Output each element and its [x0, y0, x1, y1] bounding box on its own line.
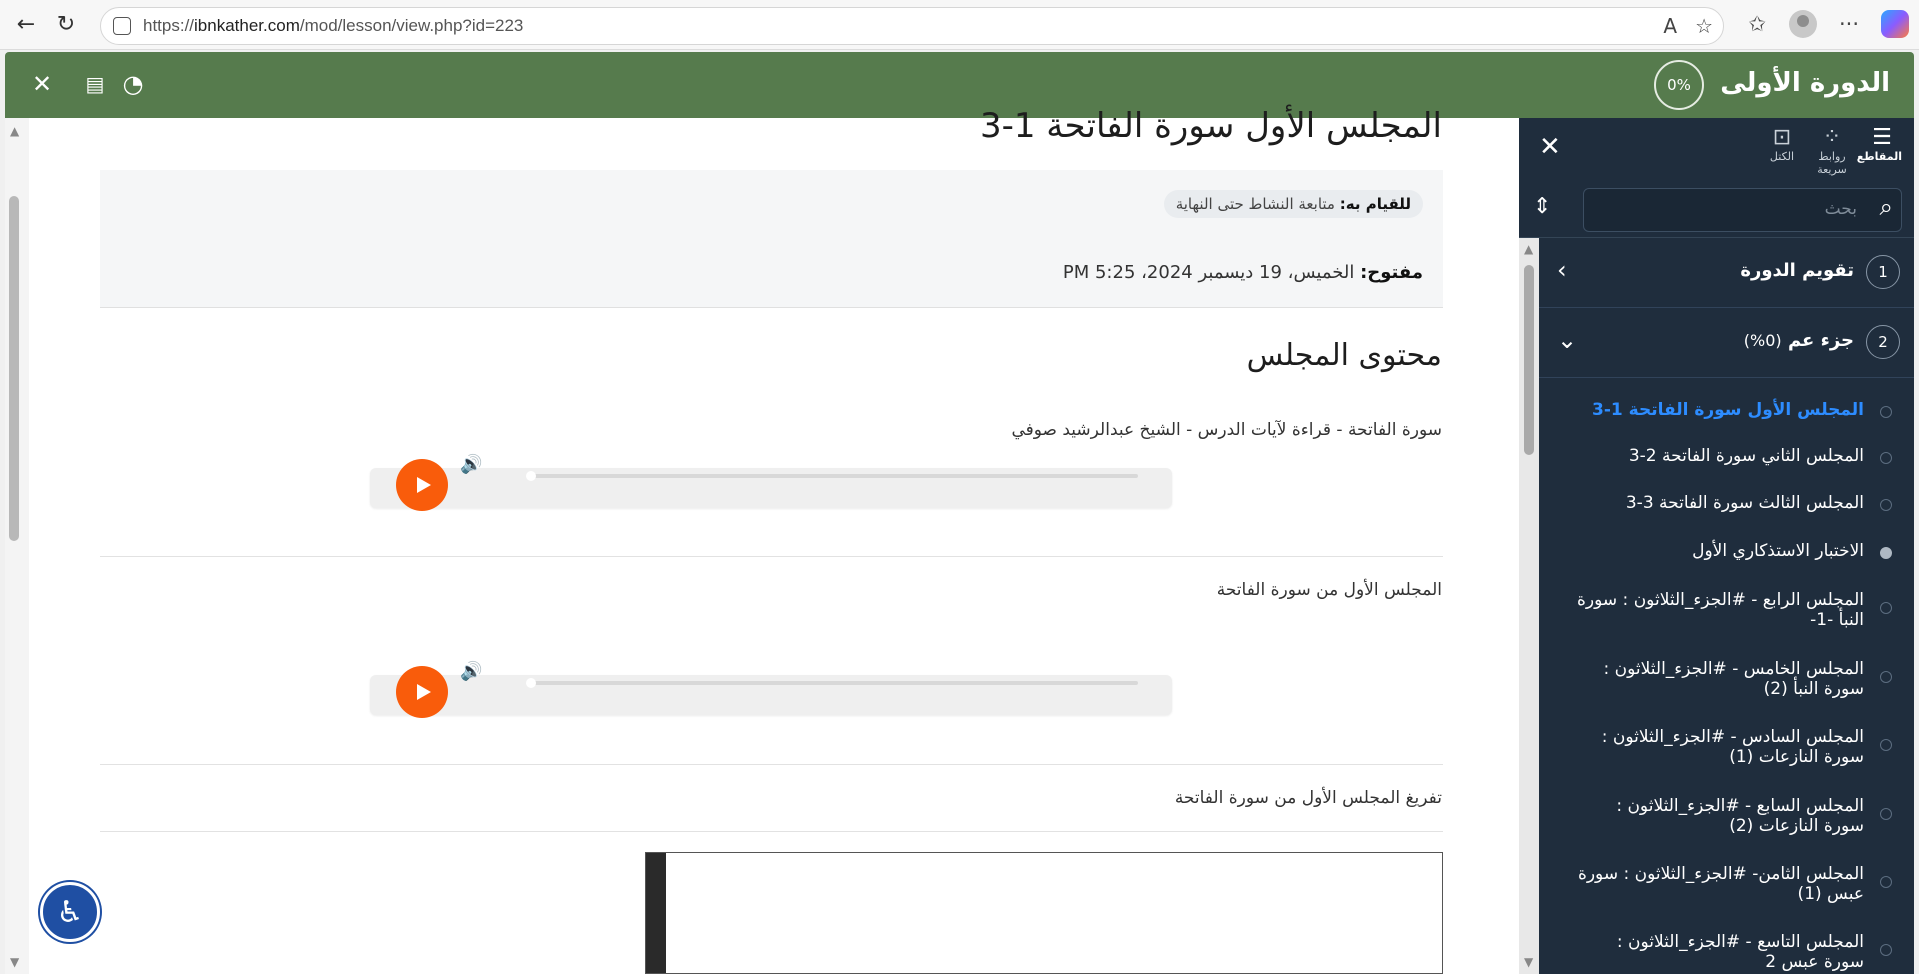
todo-badge: للقيام به: متابعة النشاط حتى النهاية: [1163, 190, 1423, 218]
back-arrow-icon[interactable]: ←: [6, 5, 46, 45]
reload-icon[interactable]: ↻: [46, 5, 86, 45]
section-title: تقويم الدورة: [1740, 260, 1854, 281]
dashboard-icon[interactable]: ◔: [118, 69, 148, 99]
divider: [100, 764, 1443, 765]
lesson-link[interactable]: المجلس الخامس - #الجزء_الثلاثون : سورة ا…: [1574, 659, 1865, 699]
lesson-link[interactable]: المجلس التاسع - #الجزء_الثلاثون : سورة ع…: [1574, 932, 1864, 972]
completion-dot: [1880, 452, 1892, 464]
audio-player-2: 🔊: [370, 661, 1172, 718]
completion-dot: [1880, 944, 1892, 956]
audio-player-1: 🔊: [370, 454, 1172, 511]
pdf-viewer-sidebar: [646, 853, 666, 973]
section-title: جزء عم (0%): [1743, 330, 1854, 351]
course-progress-ring: 0%: [1654, 60, 1704, 110]
lesson-link[interactable]: المجلس السابع - #الجزء_الثلاثون : سورة ا…: [1574, 796, 1864, 836]
address-bar[interactable]: https://ibnkather.com/mod/lesson/view.ph…: [100, 7, 1724, 45]
course-title[interactable]: الدورة الأولى: [1720, 68, 1890, 98]
lesson-link[interactable]: المجلس الرابع - #الجزء_الثلاثون : سورة ا…: [1574, 590, 1864, 630]
section-row-2[interactable]: 2 جزء عم (0%) ⌄: [1539, 308, 1914, 378]
chevron-left-icon[interactable]: ‹: [1557, 256, 1567, 284]
grid-icon: ⁘: [1822, 125, 1842, 150]
play-icon[interactable]: [396, 666, 448, 718]
drawer-scrollbar-thumb[interactable]: [1524, 265, 1534, 455]
section-number: 1: [1866, 255, 1900, 289]
audio1-title: سورة الفاتحة - قراءة لآيات الدرس - الشيخ…: [1011, 420, 1442, 440]
volume-icon[interactable]: 🔊: [460, 454, 482, 475]
copilot-icon[interactable]: [1881, 10, 1909, 38]
course-index-drawer: ✕ ☰المقاطع ⁘روابط سريعة ⊡الكتل ⇕ ⌕ 1 تقو…: [1519, 118, 1914, 974]
audio-progress-track[interactable]: [526, 678, 1138, 688]
lesson-link[interactable]: المجلس الثالث سورة الفاتحة 3-3: [1574, 493, 1864, 513]
audio-progress-knob[interactable]: [526, 471, 536, 481]
audio-progress-knob[interactable]: [526, 678, 536, 688]
page-scrollbar-thumb[interactable]: [9, 196, 19, 541]
transcript-title: تفريغ المجلس الأول من سورة الفاتحة: [1174, 788, 1442, 808]
tab-quick-links[interactable]: ⁘ روابط سريعة: [1812, 125, 1852, 177]
list-icon: ☰: [1872, 125, 1892, 150]
drawer-tabs: ☰ المقاطع ⁘ روابط سريعة ⊡ الكتل: [1762, 125, 1902, 177]
site-info-icon[interactable]: [113, 17, 131, 35]
scroll-up-icon[interactable]: ▲: [10, 124, 19, 138]
favorites-icon[interactable]: ✩: [1743, 6, 1771, 42]
section-number: 2: [1866, 325, 1900, 359]
blocks-icon: ⊡: [1772, 125, 1792, 150]
lesson-link[interactable]: الاختبار الاستذكاري الأول: [1574, 541, 1864, 561]
course-header: ✕ ▤ ◔ 0% الدورة الأولى: [5, 52, 1914, 118]
completion-dot: [1880, 876, 1892, 888]
lesson-link[interactable]: المجلس الأول سورة الفاتحة 1-3: [1574, 400, 1864, 420]
drawer-search-field[interactable]: ⌕: [1583, 188, 1902, 232]
drawer-scroll-down-icon[interactable]: ▼: [1524, 955, 1533, 969]
activity-dates: للقيام به: متابعة النشاط حتى النهاية مفت…: [100, 170, 1443, 308]
completion-dot: [1880, 739, 1892, 751]
completion-dot: [1880, 808, 1892, 820]
completion-dot: [1880, 602, 1892, 614]
pdf-viewer-frame[interactable]: [645, 852, 1443, 974]
scroll-down-icon[interactable]: ▼: [10, 955, 19, 969]
completion-dot: [1880, 499, 1892, 511]
audio-progress-track[interactable]: [526, 471, 1138, 481]
search-icon[interactable]: ⌕: [1880, 193, 1893, 221]
completion-dot: [1880, 671, 1892, 683]
divider: [100, 831, 1443, 832]
close-drawer-icon[interactable]: ✕: [1539, 132, 1561, 162]
drawer-scroll-up-icon[interactable]: ▲: [1524, 242, 1533, 256]
document-icon[interactable]: ▤: [80, 69, 110, 99]
chevron-down-icon[interactable]: ⌄: [1557, 326, 1577, 354]
close-icon[interactable]: ✕: [27, 69, 57, 99]
lesson-link[interactable]: المجلس السادس - #الجزء_الثلاثون : سورة ا…: [1574, 727, 1864, 767]
content-heading: محتوى المجلس: [1246, 338, 1442, 373]
completion-dot: [1880, 547, 1892, 559]
url-text[interactable]: https://ibnkather.com/mod/lesson/view.ph…: [143, 16, 523, 36]
search-input[interactable]: [1607, 199, 1857, 219]
lesson-link[interactable]: المجلس الثاني سورة الفاتحة 2-3: [1574, 446, 1864, 466]
volume-icon[interactable]: 🔊: [460, 661, 482, 682]
favorite-star-icon[interactable]: ☆: [1695, 14, 1713, 38]
accessibility-icon[interactable]: ♿: [40, 882, 100, 942]
more-menu-icon[interactable]: ···: [1835, 6, 1863, 42]
lesson-link[interactable]: المجلس الثامن- #الجزء_الثلاثون : سورة عب…: [1574, 864, 1864, 904]
profile-avatar[interactable]: [1789, 10, 1817, 38]
play-icon[interactable]: [396, 459, 448, 511]
tab-sections[interactable]: ☰ المقاطع: [1857, 125, 1902, 176]
section-row-1[interactable]: 1 تقويم الدورة ‹: [1539, 238, 1914, 308]
audio2-title: المجلس الأول من سورة الفاتحة: [1216, 580, 1442, 600]
page-title: المجلس الأول سورة الفاتحة 1-3: [979, 106, 1442, 146]
divider: [100, 556, 1443, 557]
tab-blocks[interactable]: ⊡ الكتل: [1762, 126, 1802, 176]
expand-collapse-icon[interactable]: ⇕: [1533, 194, 1551, 219]
read-aloud-icon[interactable]: A: [1663, 14, 1677, 38]
browser-toolbar: ← ↻ https://ibnkather.com/mod/lesson/vie…: [0, 0, 1919, 50]
drawer-search-row: ⇕ ⌕: [1519, 178, 1914, 238]
completion-dot: [1880, 406, 1892, 418]
course-index-list: 1 تقويم الدورة ‹ 2 جزء عم (0%) ⌄ المجلس …: [1539, 238, 1914, 974]
opened-date: مفتوح: الخميس، 19 ديسمبر 2024، 5:25 PM: [1062, 262, 1423, 283]
